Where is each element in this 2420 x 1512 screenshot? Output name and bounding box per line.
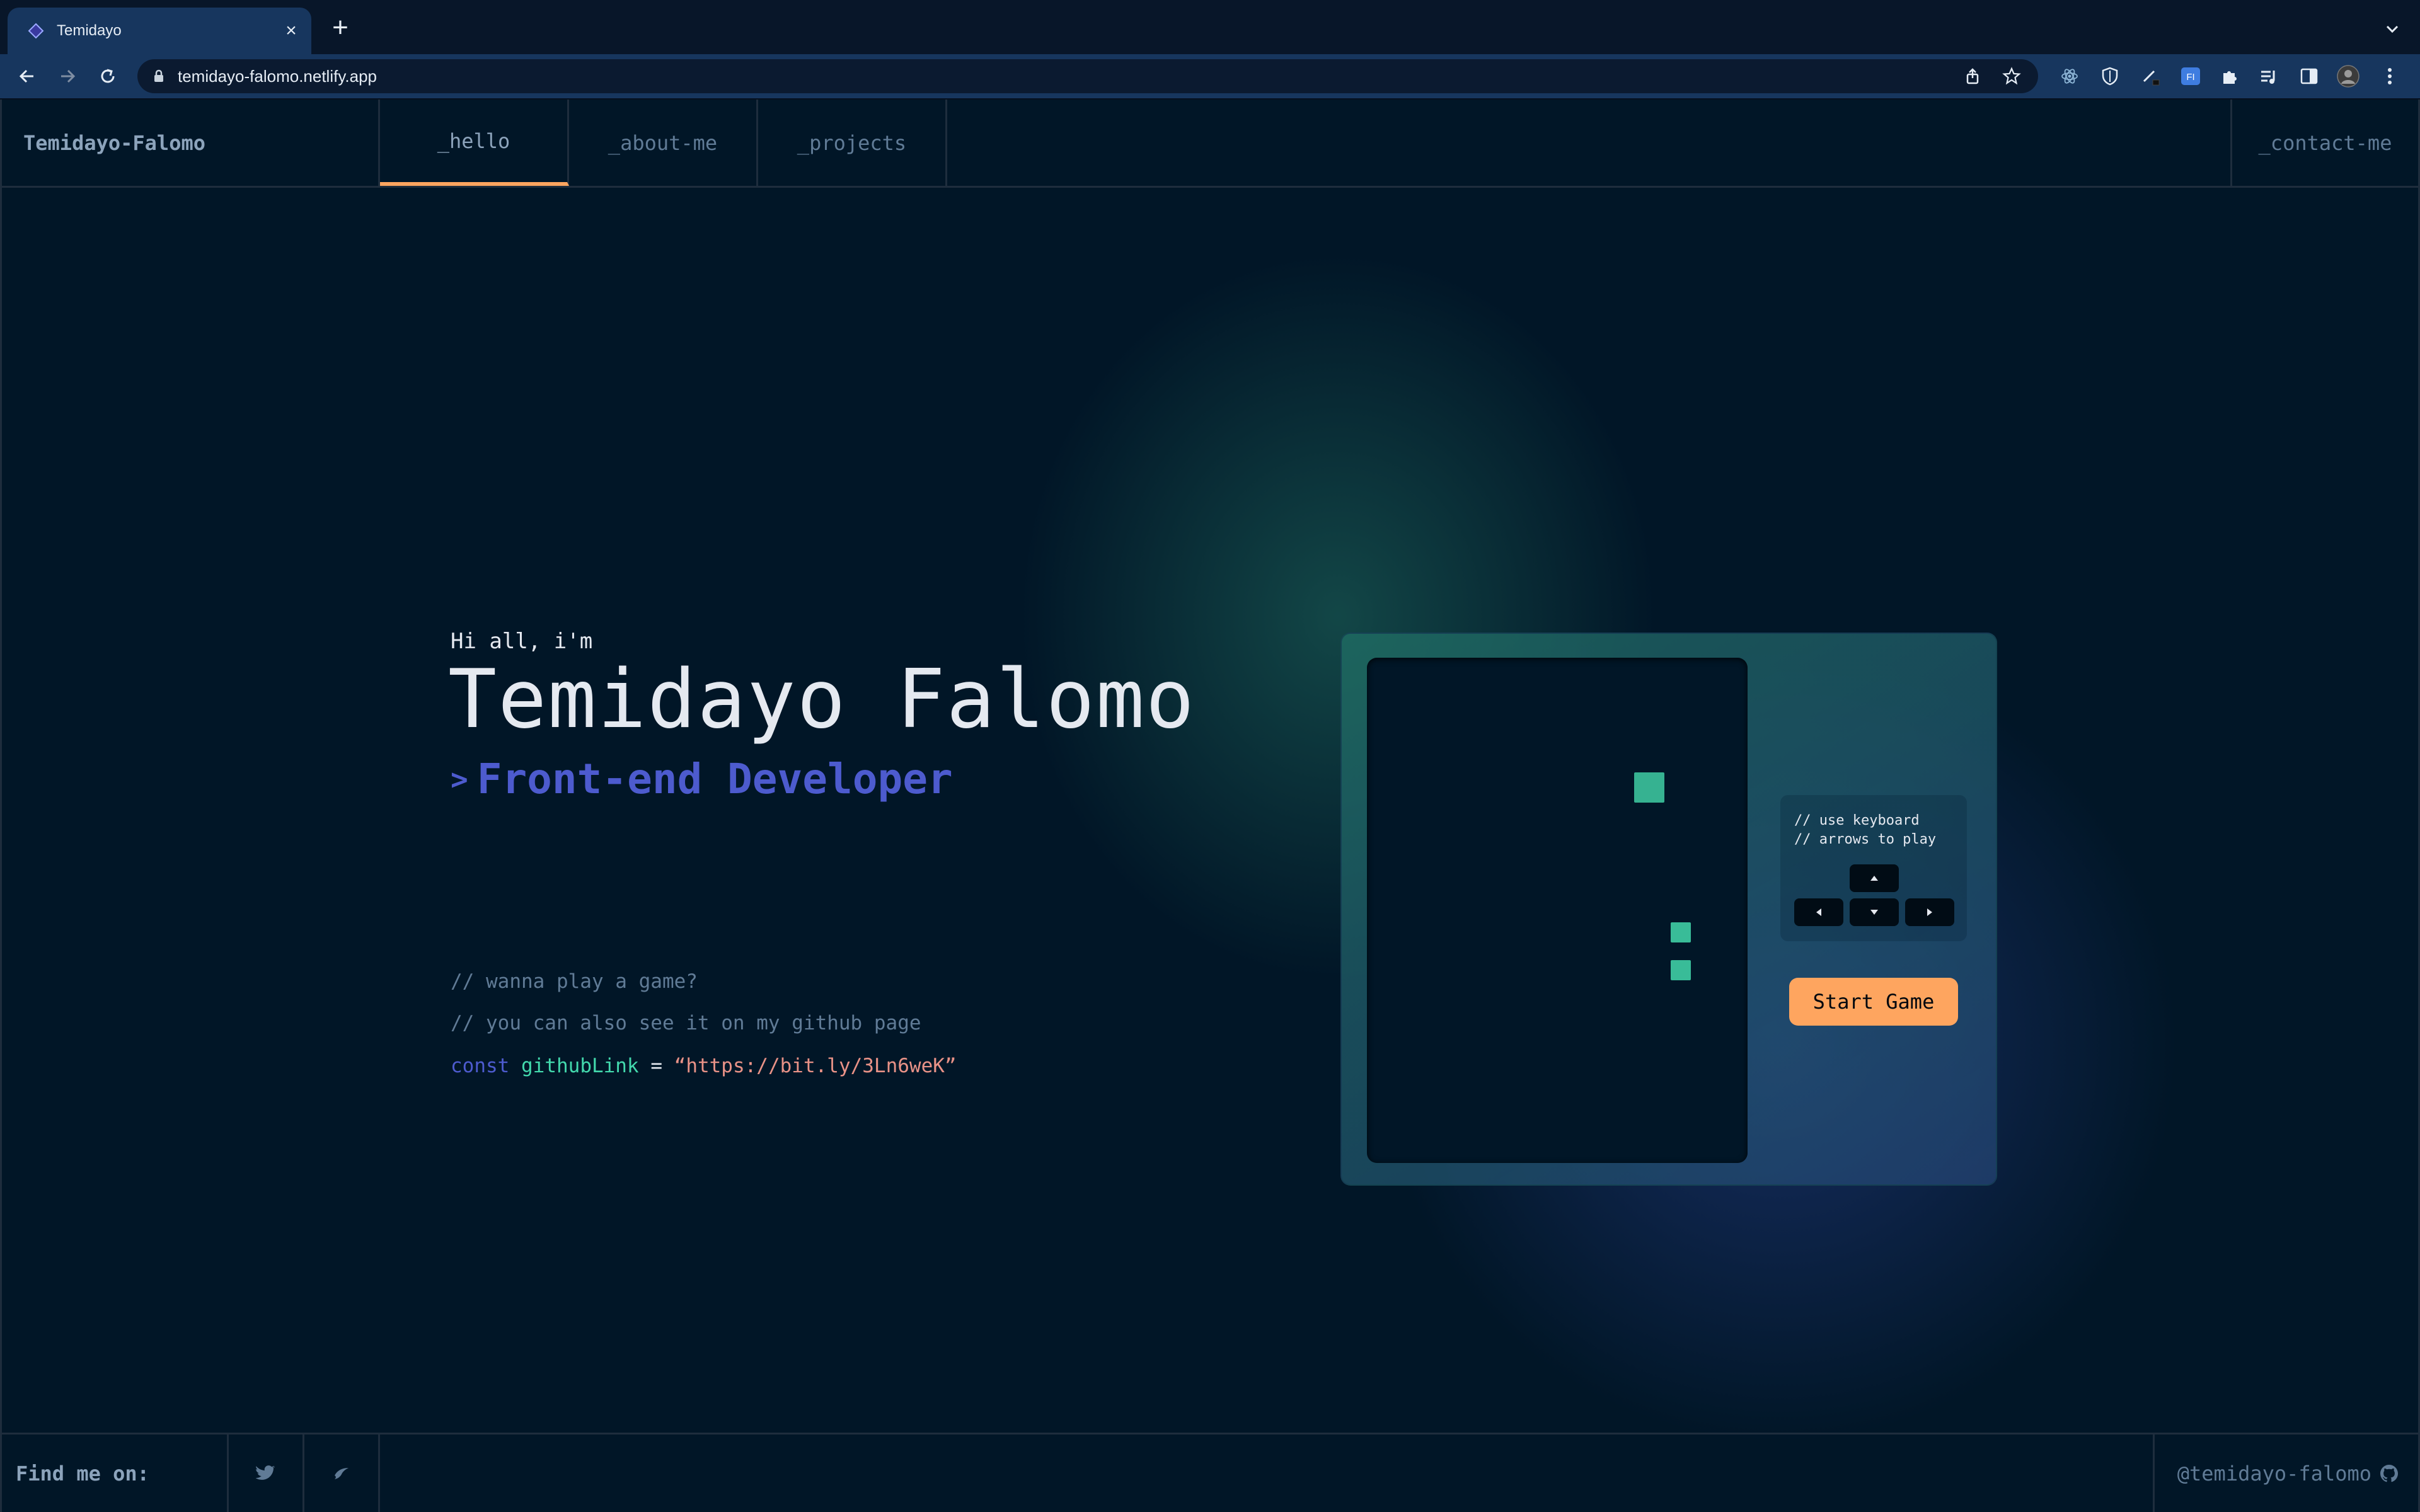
code-keyword: const [451,1055,510,1077]
nav-contact-me[interactable]: _contact-me [2230,100,2418,186]
github-handle: @temidayo-falomo [2177,1461,2371,1486]
game-food [1634,772,1664,803]
side-panel-icon[interactable] [2298,65,2320,88]
browser-tabstrip: Temidayo × + [0,0,2420,54]
url-text: temidayo-falomo.netlify.app [178,66,377,86]
forward-icon[interactable] [54,63,81,89]
arrow-up-key[interactable] [1850,864,1899,892]
github-link[interactable]: “https://bit.ly/3Ln6weK” [674,1055,957,1077]
hashnode-icon[interactable] [304,1435,380,1512]
address-bar[interactable]: temidayo-falomo.netlify.app [137,59,2038,93]
code-variable: githubLink [521,1055,639,1077]
site-footer: Find me on: @temidayo-falomo [2,1433,2418,1512]
controls-hint: // use keyboard // arrows to play [1794,813,1937,847]
role-text: Front-end Developer [476,755,953,803]
game-controls-panel: // use keyboard // arrows to play [1780,795,1967,941]
snake-game-board: // use keyboard // arrows to play Start … [1340,633,1997,1186]
arrow-down-key[interactable] [1850,898,1899,926]
footer-spacer [380,1435,2153,1512]
tab-title: Temidayo [57,22,122,39]
arrow-down-icon [1870,910,1878,915]
code-operator: = [650,1055,662,1077]
new-tab-icon[interactable]: + [328,14,353,42]
site-favicon-icon [26,21,45,40]
share-icon[interactable] [1960,64,1985,89]
start-game-button[interactable]: Start Game [1789,978,1958,1026]
snake-segment [1671,960,1691,980]
hero-name: Temidayo Falomo [448,653,1196,747]
nav-hello[interactable]: _hello [380,100,569,186]
game-screen[interactable] [1367,658,1748,1163]
nav-projects[interactable]: _projects [758,100,947,186]
portfolio-page: Temidayo-Falomo _hello _about-me _projec… [0,100,2420,1512]
site-brand[interactable]: Temidayo-Falomo [2,100,380,186]
tab-close-icon[interactable]: × [280,20,302,42]
browser-toolbar: temidayo-falomo.netlify.app FI [0,54,2420,98]
fi-extension-icon[interactable]: FI [2179,65,2202,88]
code-comment-github: // you can also see it on my github page [451,1012,921,1034]
reload-icon[interactable] [95,63,121,89]
nav-about-me[interactable]: _about-me [569,100,758,186]
bookmark-star-icon[interactable] [1999,64,2024,89]
code-comment-game: // wanna play a game? [451,970,698,993]
arrow-right-icon [1927,908,1932,916]
site-header: Temidayo-Falomo _hello _about-me _projec… [2,100,2418,188]
github-profile-link[interactable]: @temidayo-falomo [2152,1435,2418,1512]
arrow-left-key[interactable] [1794,898,1843,926]
back-icon[interactable] [14,63,40,89]
twitter-icon[interactable] [229,1435,304,1512]
github-link-code: const githubLink = “https://bit.ly/3Ln6w… [451,1055,957,1077]
react-devtools-icon[interactable] [2058,65,2081,88]
find-me-label: Find me on: [2,1435,229,1512]
browser-tab[interactable]: Temidayo × [8,8,311,54]
lock-icon [150,67,168,85]
arrow-right-key[interactable] [1905,898,1954,926]
hero-role: > Front-end Developer [451,755,953,803]
media-queue-icon[interactable] [2257,65,2280,88]
chevron-down-icon[interactable] [2381,18,2404,40]
arrow-left-icon [1816,908,1821,916]
pen-extension-icon[interactable] [2139,65,2162,88]
profile-avatar[interactable] [2337,65,2360,88]
snake-segment [1671,922,1691,942]
github-icon [2379,1463,2399,1484]
prompt-chevron: > [451,762,468,796]
puzzle-extensions-icon[interactable] [2218,65,2241,88]
shield-icon[interactable] [2099,65,2121,88]
svg-text:FI: FI [2186,72,2194,83]
arrow-up-icon [1870,876,1878,881]
greeting-text: Hi all, i'm [451,629,593,654]
more-menu-icon[interactable] [2378,65,2401,88]
